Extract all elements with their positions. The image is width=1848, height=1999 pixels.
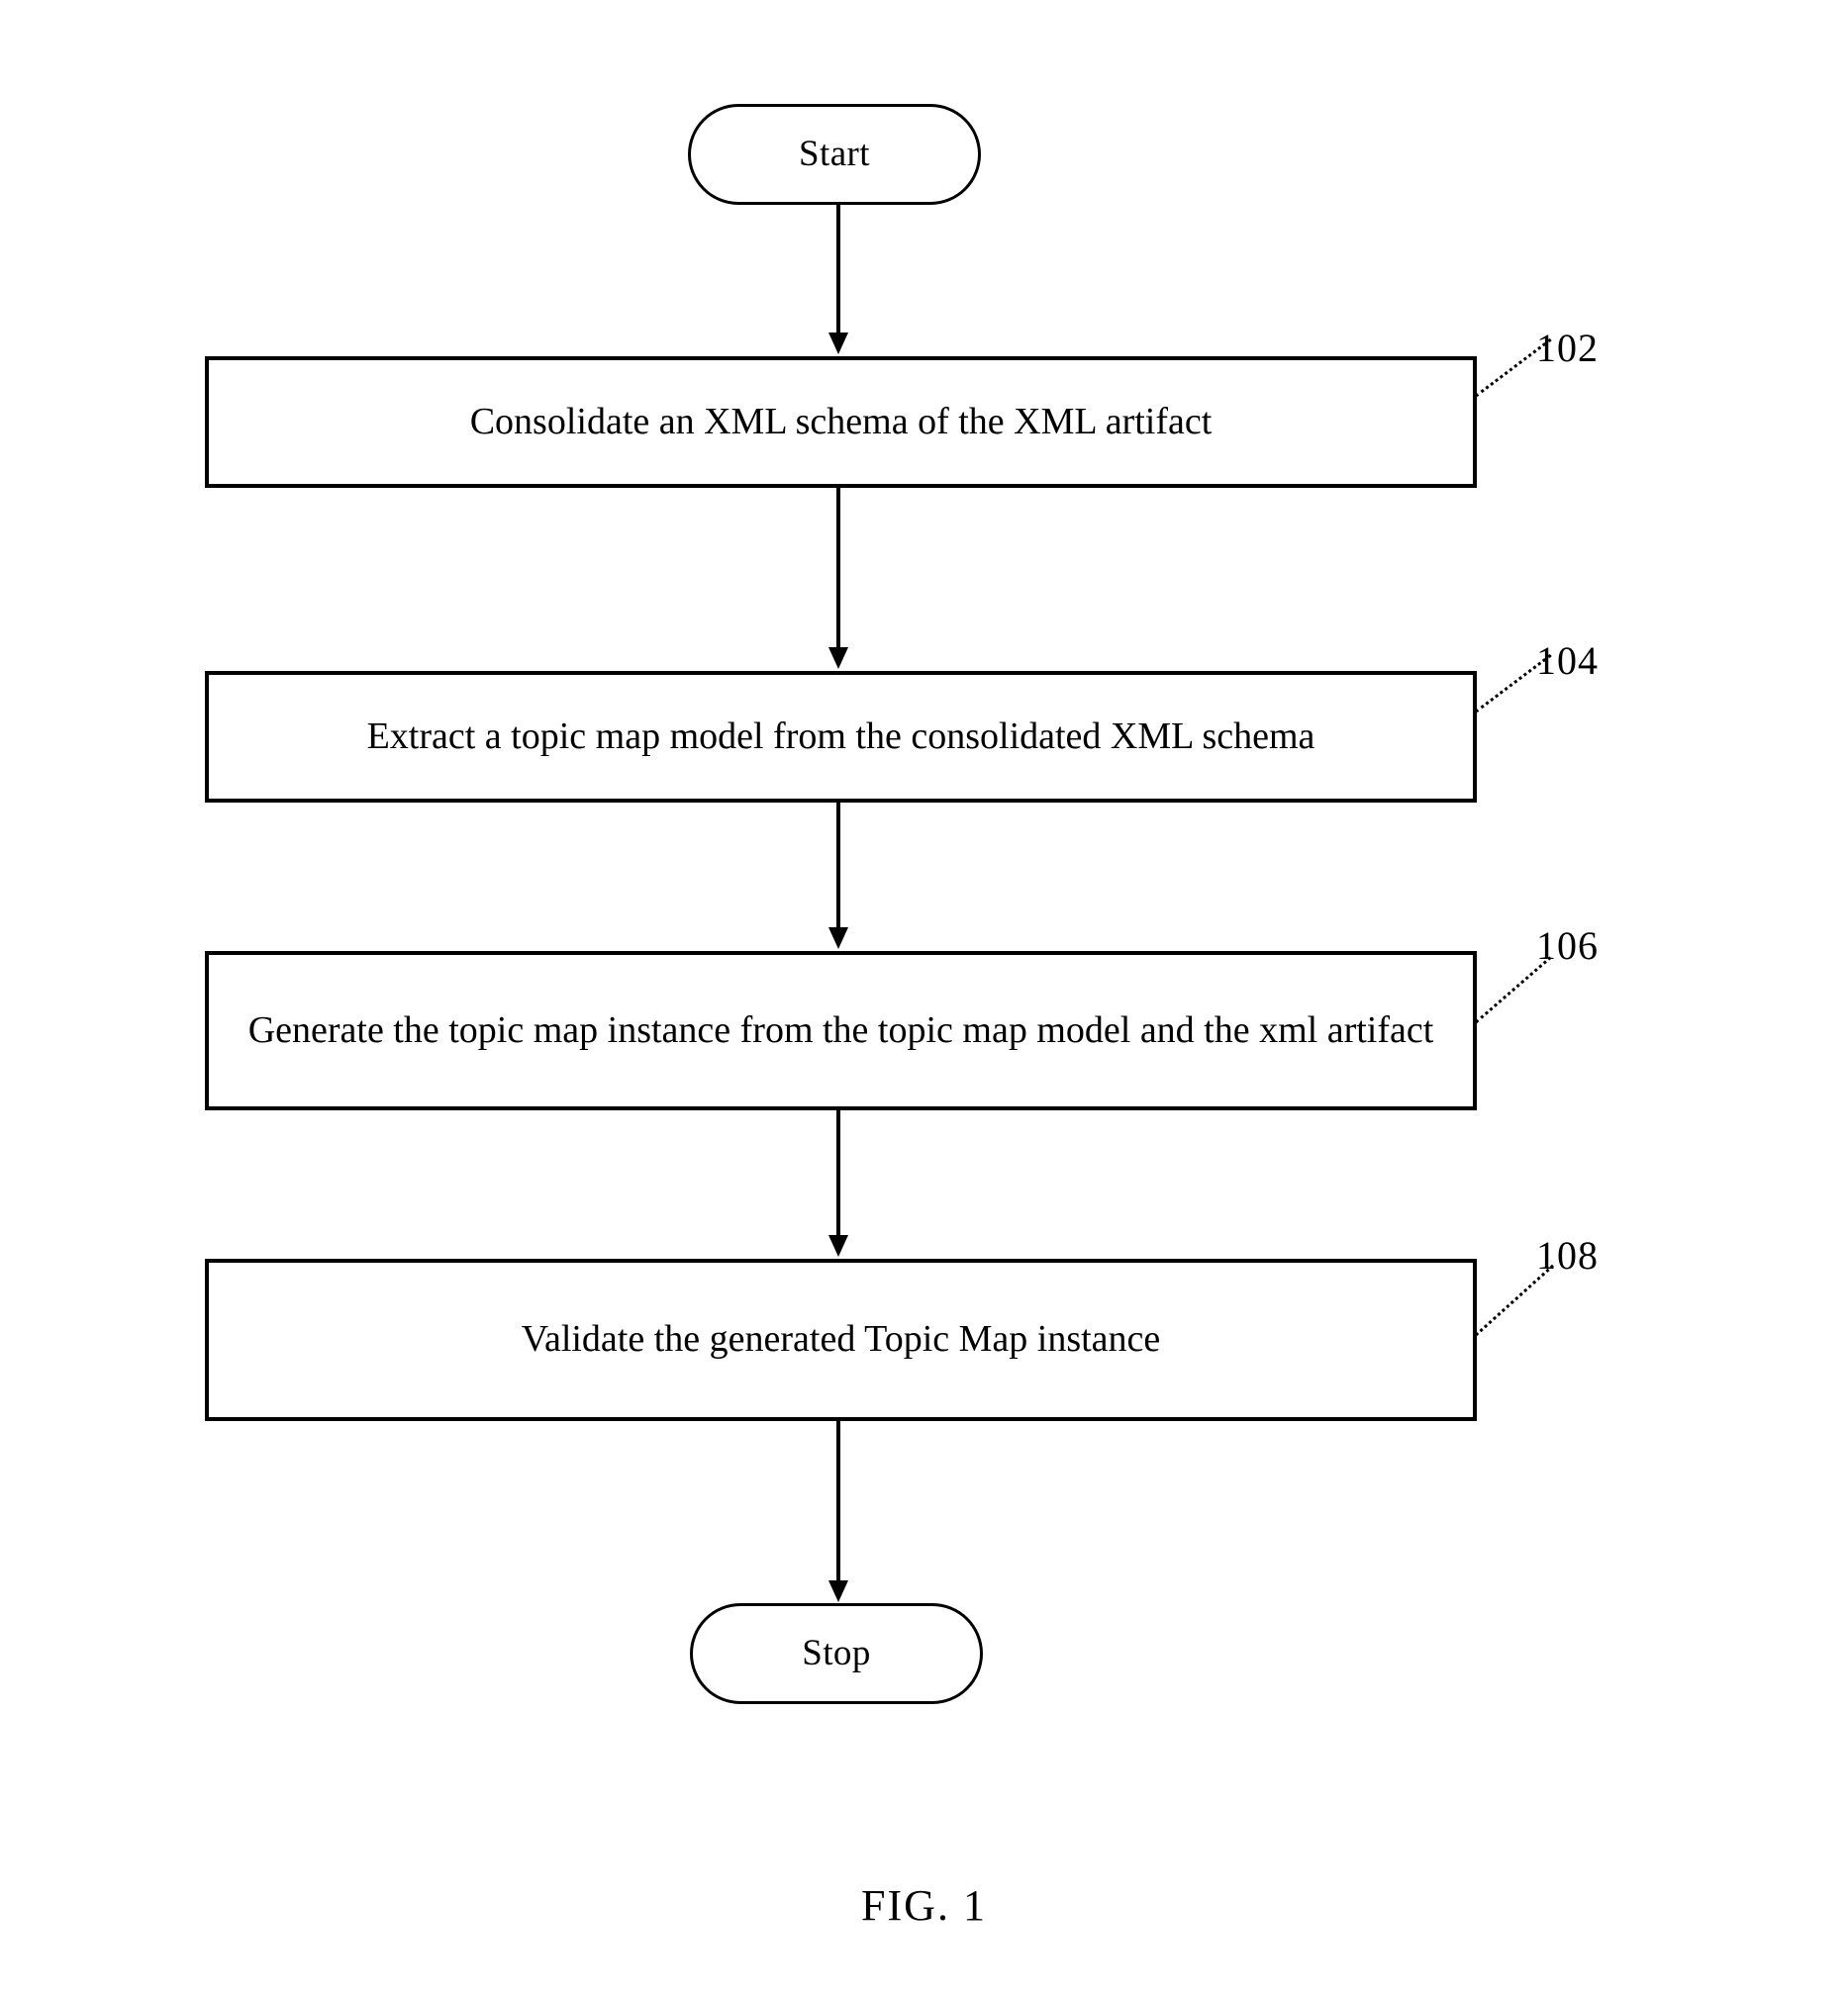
ref-numeral-104: 104: [1536, 638, 1599, 683]
process-box-step-106: Generate the topic map instance from the…: [205, 951, 1477, 1110]
arrowhead-step-104-to-step-106: [828, 927, 848, 949]
ref-numeral-102: 102: [1536, 326, 1599, 370]
connector-step-102-to-step-104: [836, 488, 840, 647]
process-box-step-108-label: Validate the generated Topic Map instanc…: [521, 1318, 1161, 1361]
figure-canvas: Start Consolidate an XML schema of the X…: [0, 0, 1848, 1999]
connector-start-to-step-102: [836, 205, 840, 334]
stop-terminator-label: Stop: [802, 1632, 871, 1673]
stop-terminator: Stop: [690, 1603, 983, 1704]
process-box-step-104-label: Extract a topic map model from the conso…: [366, 714, 1315, 757]
process-box-step-102: Consolidate an XML schema of the XML art…: [205, 356, 1477, 488]
arrowhead-step-106-to-step-108: [828, 1235, 848, 1257]
start-terminator-label: Start: [799, 133, 870, 174]
arrowhead-step-108-to-stop: [828, 1580, 848, 1602]
process-box-step-104: Extract a topic map model from the conso…: [205, 671, 1477, 803]
process-box-step-102-label: Consolidate an XML schema of the XML art…: [469, 400, 1213, 442]
ref-numeral-106: 106: [1536, 923, 1599, 968]
process-box-step-108: Validate the generated Topic Map instanc…: [205, 1259, 1477, 1421]
process-box-step-106-label: Generate the topic map instance from the…: [247, 1008, 1434, 1051]
figure-caption: FIG. 1: [861, 1881, 987, 1930]
arrowhead-start-to-step-102: [828, 333, 848, 354]
start-terminator: Start: [688, 104, 981, 205]
connector-step-104-to-step-106: [836, 803, 840, 929]
connector-step-106-to-step-108: [836, 1110, 840, 1237]
arrowhead-step-102-to-step-104: [828, 647, 848, 669]
connector-step-108-to-stop: [836, 1421, 840, 1582]
ref-numeral-108: 108: [1536, 1233, 1599, 1278]
